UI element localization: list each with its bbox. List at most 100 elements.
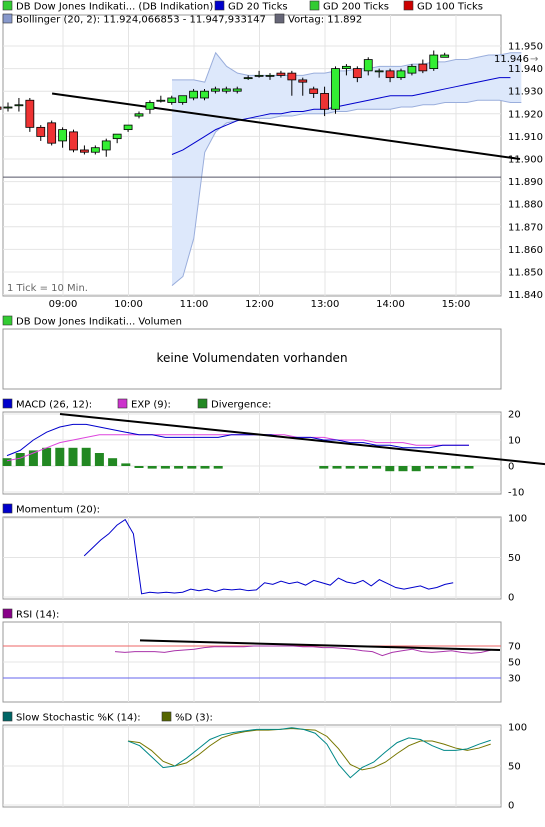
price-panel: 11.840 11.850 11.860 11.870 11.880 11.890 11.9… [0, 14, 543, 310]
divergence-bar [187, 466, 197, 469]
price-x-tick-label: 13:00 [311, 299, 340, 310]
candle-body [232, 88, 242, 92]
candle-body [429, 54, 439, 70]
legend-swatch [274, 13, 285, 24]
divergence-bar [108, 458, 118, 466]
legend-label: Momentum (20): [16, 505, 100, 516]
last-price-marker: 11.946 → [494, 54, 538, 65]
divergence-bar [160, 466, 170, 469]
candle-body [440, 54, 450, 58]
divergence-bar [200, 466, 210, 469]
divergence-bar [42, 447, 52, 466]
divergence-bar [147, 466, 157, 469]
legend-label: Slow Stochastic %K (14): [16, 713, 141, 724]
legend-label: Divergence: [211, 400, 271, 411]
legend-swatch [2, 503, 13, 514]
divergence-bar [134, 466, 144, 468]
legend-swatch [2, 0, 13, 11]
divergence-bar [438, 466, 448, 469]
candle-body [123, 124, 133, 131]
candle-body [58, 129, 67, 142]
candle-body [14, 104, 24, 107]
price-x-ticks: 09:00 10:00 11:00 12:00 13:00 14:00 15:00 [49, 299, 471, 310]
price-y-tick-label: 11.860 [508, 245, 543, 256]
divergence-bar [398, 466, 408, 472]
rsi-panel: 70 50 30 [2, 621, 521, 703]
candle-body [254, 74, 264, 77]
price-y-tick-label: 11.930 [508, 87, 543, 98]
candle-body [69, 131, 78, 151]
rsi-y-tick-label: 50 [508, 658, 521, 669]
stoch-y-tick-label: 100 [508, 723, 527, 734]
candle-body [25, 99, 35, 128]
macd-panel: 20 10 0 -10 [2, 410, 545, 499]
candle-body [112, 133, 122, 140]
candle-body [145, 102, 155, 110]
legend-swatch [2, 711, 13, 722]
candle-body [156, 99, 166, 102]
divergence-bar [68, 447, 78, 466]
candle-body [320, 93, 329, 110]
arrow-right-icon: → [530, 54, 538, 65]
price-y-tick-label: 11.840 [508, 290, 543, 301]
candle-body [276, 72, 286, 76]
candle-body [309, 88, 319, 94]
divergence-bar [94, 453, 104, 466]
momentum-y-tick-label: 100 [508, 514, 527, 525]
stoch-y-ticks: 100 50 0 [508, 723, 527, 812]
legend-swatch [214, 0, 225, 11]
rsi-y-ticks: 70 50 30 [508, 642, 521, 685]
divergence-bar [464, 466, 474, 469]
candle-body [189, 90, 198, 99]
candle-body [287, 72, 297, 81]
price-x-tick-label: 10:00 [114, 299, 143, 310]
momentum-y-tick-label: 0 [508, 593, 514, 604]
stoch-y-tick-label: 50 [508, 762, 521, 773]
legend-swatch [161, 711, 172, 722]
legend-label: MACD (26, 12): [16, 400, 92, 411]
price-y-tick-label: 11.900 [508, 155, 543, 166]
price-y-tick-label: 11.910 [508, 132, 543, 143]
divergence-bar [319, 466, 329, 469]
legend-label: Bollinger (20, 2): 11.924,066853 - 11.94… [16, 15, 266, 26]
divergence-bar [55, 447, 65, 466]
price-y-tick-label: 11.870 [508, 222, 543, 233]
legend-label: Vortag: 11.892 [288, 15, 362, 26]
candle-body [178, 95, 188, 103]
momentum-y-ticks: 100 50 0 [508, 514, 527, 604]
divergence-bar [411, 466, 421, 472]
stoch-y-tick-label: 0 [508, 801, 514, 812]
candle-body [265, 74, 275, 77]
chart-stage: 11.840 11.850 11.860 11.870 11.880 11.890 11.9… [0, 0, 545, 812]
candle-body [331, 68, 340, 110]
divergence-bar [15, 453, 25, 466]
price-y-tick-label: 11.880 [508, 200, 543, 211]
price-plot-area [2, 14, 502, 297]
price-y-tick-label: 11.890 [508, 177, 543, 188]
candle-body [221, 88, 231, 92]
price-x-tick-label: 11:00 [180, 299, 209, 310]
candle-body [342, 65, 351, 69]
candle-body [363, 59, 373, 72]
candle-body [101, 140, 111, 151]
candle-body [3, 106, 13, 109]
candle-body [90, 147, 100, 153]
momentum-panel: 100 50 0 [2, 514, 527, 604]
legend-swatch [2, 608, 13, 619]
candle-body [352, 68, 362, 79]
legend-swatch [309, 0, 320, 11]
macd-y-tick-label: -10 [508, 488, 524, 499]
candle-body [200, 90, 209, 99]
legend-swatch [2, 13, 13, 24]
candle-body [385, 70, 395, 79]
candle-body [298, 79, 308, 83]
macd-y-ticks: 20 10 0 -10 [508, 410, 524, 499]
macd-y-tick-label: 20 [508, 410, 521, 421]
candle-body [211, 88, 220, 92]
legend-swatch [2, 315, 13, 326]
divergence-bar [213, 466, 223, 469]
candle-body [374, 70, 384, 73]
divergence-bar [451, 466, 461, 469]
legend-label: GD 100 Ticks [417, 2, 483, 13]
divergence-bar [174, 466, 184, 469]
